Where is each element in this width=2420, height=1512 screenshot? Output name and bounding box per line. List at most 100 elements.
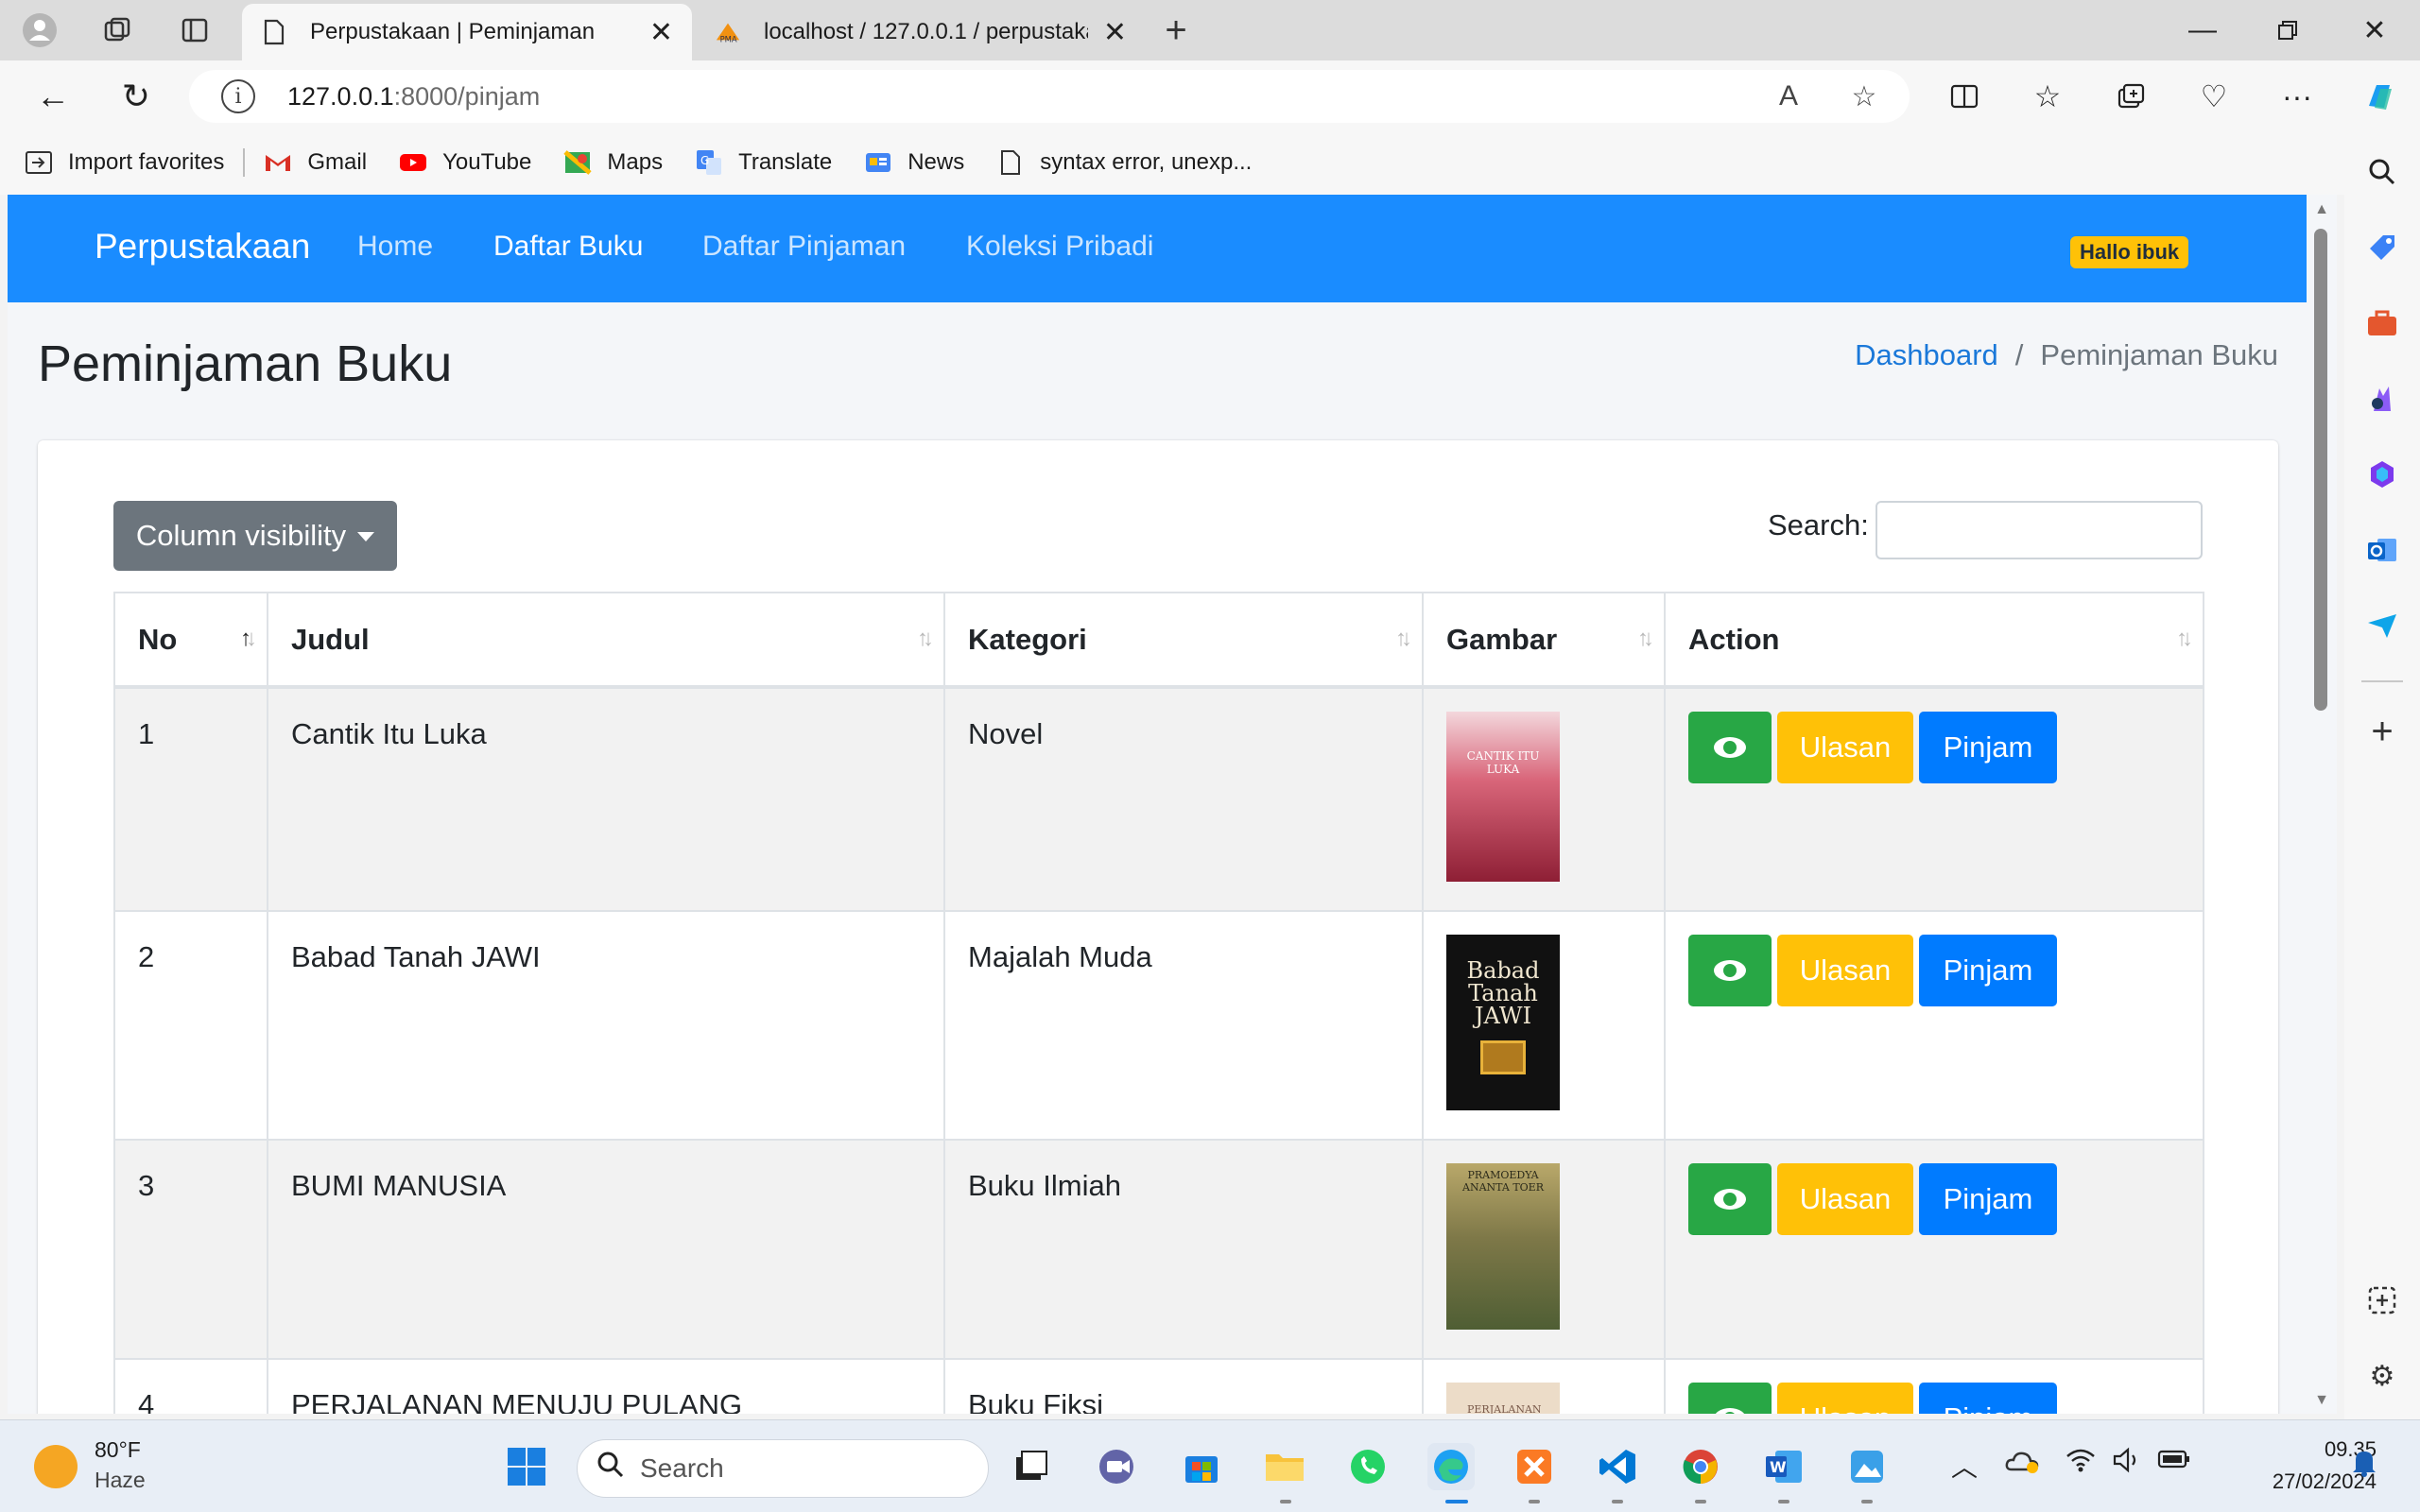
user-greeting-badge[interactable]: Hallo ibuk [2070, 236, 2189, 268]
shopping-tag-icon[interactable] [2360, 225, 2405, 270]
favorite-star-icon[interactable]: ☆ [1845, 77, 1883, 115]
search-input[interactable] [1876, 501, 2203, 559]
page-title: Peminjaman Buku [38, 335, 453, 392]
tools-briefcase-icon[interactable] [2360, 301, 2405, 346]
file-explorer-icon[interactable] [1261, 1443, 1308, 1490]
nav-link-daftar-buku[interactable]: Daftar Buku [493, 231, 643, 263]
refresh-icon[interactable]: ↻ [113, 74, 159, 119]
microsoft-store-icon[interactable] [1178, 1443, 1225, 1490]
search-icon[interactable] [2360, 149, 2405, 195]
running-indicator [1861, 1500, 1873, 1503]
weather-temperature[interactable]: 80°F [95, 1437, 141, 1463]
onedrive-icon[interactable] [2004, 1447, 2040, 1482]
favorites-icon[interactable]: ☆ [2025, 74, 2070, 119]
nav-link-home[interactable]: Home [357, 231, 433, 263]
bookmark-import-favorites[interactable]: Import favorites [25, 148, 224, 177]
teams-meet-icon[interactable] [1095, 1443, 1142, 1490]
site-info-icon[interactable]: i [221, 79, 255, 113]
xampp-icon[interactable] [1511, 1443, 1558, 1490]
copilot-icon[interactable] [2358, 74, 2403, 119]
bookmark-translate[interactable]: G Translate [695, 148, 832, 177]
scrollbar-thumb[interactable] [2314, 229, 2327, 711]
tab-phpmyadmin[interactable]: PMA localhost / 127.0.0.1 / perpustakaan… [696, 4, 1146, 60]
browser-essentials-icon[interactable]: ♡ [2191, 74, 2237, 119]
nav-link-daftar-pinjaman[interactable]: Daftar Pinjaman [702, 231, 906, 263]
workspaces-icon[interactable] [96, 9, 138, 51]
youtube-icon [399, 148, 427, 177]
column-header-no[interactable]: No ↑↓ [113, 592, 268, 689]
send-icon[interactable] [2360, 603, 2405, 648]
chrome-icon[interactable] [1677, 1443, 1724, 1490]
show-hidden-icons-chevron-icon[interactable]: ︿ [1951, 1447, 1978, 1485]
back-icon[interactable]: ← [30, 74, 76, 119]
taskbar-search-box[interactable]: Search [577, 1439, 989, 1498]
nav-link-koleksi-pribadi[interactable]: Koleksi Pribadi [966, 231, 1153, 263]
loan-table-card: Column visibility Search: No ↑↓ Judul ↑↓ K… [38, 440, 2278, 1414]
url-field[interactable]: i 127.0.0.1:8000/pinjam A ☆ [189, 70, 1910, 123]
edge-browser-icon[interactable] [1427, 1443, 1475, 1490]
page-icon [996, 148, 1025, 177]
column-header-action[interactable]: Action ↑↓ [1664, 592, 2204, 689]
scroll-up-icon[interactable]: ▲ [2314, 202, 2329, 217]
collections-icon[interactable] [2108, 74, 2153, 119]
photos-icon[interactable] [1843, 1443, 1891, 1490]
ulasan-button[interactable]: Ulasan [1777, 1383, 1913, 1414]
breadcrumb-separator: / [2014, 338, 2024, 371]
view-button[interactable] [1688, 712, 1772, 783]
cell-judul: Babad Tanah JAWI [267, 910, 945, 1141]
bookmark-maps[interactable]: Maps [563, 148, 663, 177]
scroll-down-icon[interactable]: ▼ [2314, 1393, 2329, 1408]
weather-condition[interactable]: Haze [95, 1468, 146, 1493]
more-menu-icon[interactable]: ··· [2274, 74, 2320, 119]
tab-actions-icon[interactable] [174, 9, 216, 51]
column-header-judul[interactable]: Judul ↑↓ [267, 592, 945, 689]
column-header-gambar[interactable]: Gambar ↑↓ [1422, 592, 1666, 689]
read-aloud-icon[interactable]: A [1770, 77, 1807, 115]
task-view-icon[interactable] [1008, 1443, 1055, 1490]
profile-icon[interactable] [19, 9, 60, 51]
microsoft-365-icon[interactable] [2360, 452, 2405, 497]
column-header-kategori[interactable]: Kategori ↑↓ [943, 592, 1424, 689]
volume-icon[interactable] [2112, 1447, 2144, 1480]
bookmark-syntax-error[interactable]: syntax error, unexp... [996, 148, 1252, 177]
navbar-brand[interactable]: Perpustakaan [95, 227, 310, 266]
settings-gear-icon[interactable]: ⚙ [2360, 1353, 2405, 1399]
weather-haze-icon[interactable] [34, 1445, 78, 1488]
wifi-icon[interactable] [2065, 1447, 2097, 1480]
pinjam-button[interactable]: Pinjam [1919, 935, 2057, 1006]
new-tab-icon[interactable]: + [1155, 9, 1197, 51]
cell-kategori: Buku Fiksi [943, 1358, 1424, 1414]
outlook-icon[interactable] [2360, 527, 2405, 573]
pinjam-button[interactable]: Pinjam [1919, 1383, 2057, 1414]
close-tab-icon[interactable]: ✕ [649, 16, 673, 49]
games-icon[interactable] [2360, 376, 2405, 421]
bookmark-youtube[interactable]: YouTube [399, 148, 531, 177]
split-screen-icon[interactable] [1942, 74, 1987, 119]
screenshot-icon[interactable] [2360, 1278, 2405, 1323]
page-scrollbar[interactable]: ▲ ▼ [2307, 195, 2337, 1414]
view-button[interactable] [1688, 1163, 1772, 1235]
close-tab-icon[interactable]: ✕ [1103, 16, 1127, 49]
ulasan-button[interactable]: Ulasan [1777, 935, 1913, 1006]
vscode-icon[interactable] [1594, 1443, 1641, 1490]
start-windows-icon[interactable] [503, 1443, 550, 1490]
ulasan-button[interactable]: Ulasan [1777, 1163, 1913, 1235]
bookmark-gmail[interactable]: Gmail [264, 148, 367, 177]
word-icon[interactable]: W [1760, 1443, 1807, 1490]
notification-bell-icon[interactable] [2350, 1447, 2378, 1484]
bookmark-news[interactable]: News [864, 148, 964, 177]
pinjam-button[interactable]: Pinjam [1919, 712, 2057, 783]
close-window-icon[interactable]: ✕ [2346, 8, 2403, 53]
minimize-icon[interactable]: — [2174, 8, 2231, 53]
view-button[interactable] [1688, 1383, 1772, 1414]
whatsapp-icon[interactable] [1344, 1443, 1392, 1490]
column-visibility-button[interactable]: Column visibility [113, 501, 397, 571]
view-button[interactable] [1688, 935, 1772, 1006]
tab-peminjaman[interactable]: Perpustakaan | Peminjaman ✕ [242, 4, 692, 60]
pinjam-button[interactable]: Pinjam [1919, 1163, 2057, 1235]
add-sidebar-app-icon[interactable]: + [2360, 709, 2405, 754]
restore-icon[interactable] [2259, 8, 2316, 53]
ulasan-button[interactable]: Ulasan [1777, 712, 1913, 783]
breadcrumb-dashboard-link[interactable]: Dashboard [1855, 338, 1998, 372]
battery-icon[interactable] [2157, 1447, 2191, 1477]
